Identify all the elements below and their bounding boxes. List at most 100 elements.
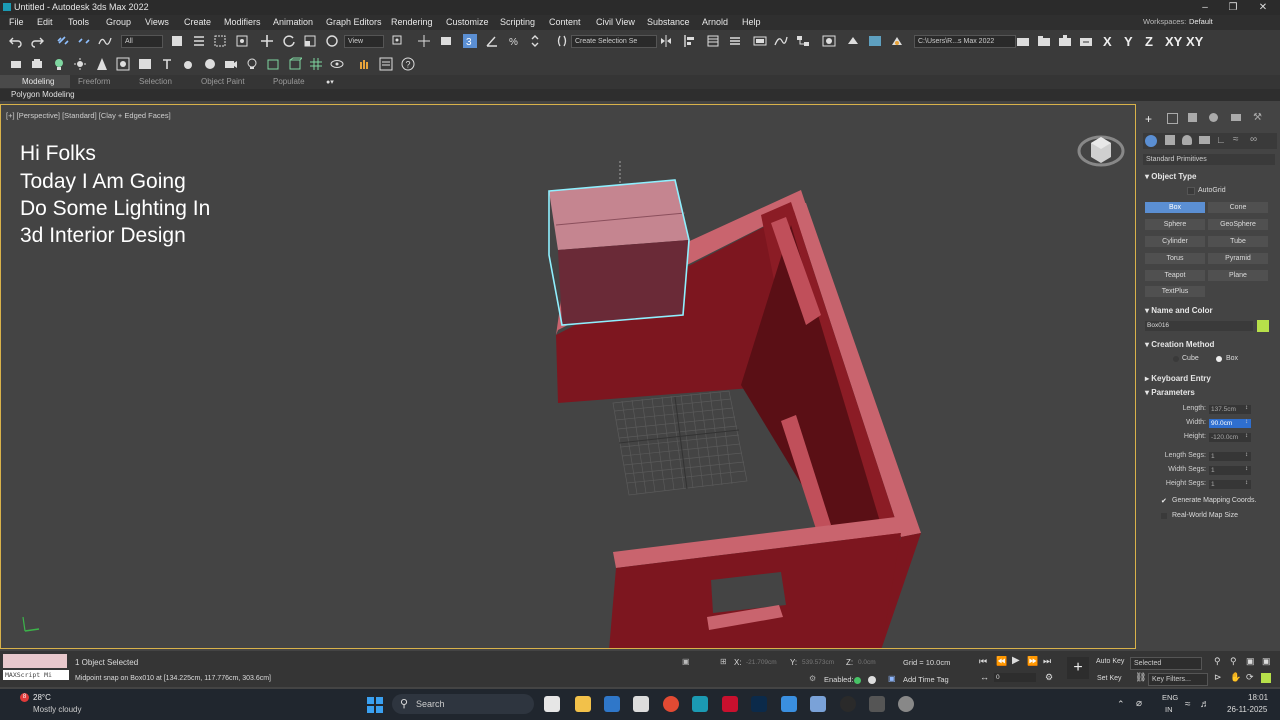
autogrid-checkbox[interactable]: [1187, 187, 1195, 195]
auto-key-button[interactable]: Auto Key: [1096, 658, 1124, 665]
image-icon[interactable]: [138, 57, 152, 71]
rect-selection-icon[interactable]: [213, 34, 227, 48]
object-color-swatch[interactable]: [1257, 320, 1269, 332]
schematic-view-icon[interactable]: [796, 34, 810, 48]
script-listener-icon[interactable]: ⚙: [809, 674, 816, 683]
name-and-color-heading[interactable]: ▾ Name and Color: [1145, 306, 1213, 315]
file-explorer-icon[interactable]: [575, 696, 591, 712]
weather-desc[interactable]: Mostly cloudy: [33, 705, 81, 714]
play-icon[interactable]: ▶: [1012, 655, 1020, 666]
menu-create[interactable]: Create: [184, 17, 211, 27]
container-icon[interactable]: [30, 57, 44, 71]
edit-named-selection-icon[interactable]: [555, 34, 569, 48]
isolate-selection-icon[interactable]: ▣: [682, 657, 690, 666]
y-coord-input[interactable]: 539.573cm: [800, 658, 840, 667]
snaps-toggle-icon[interactable]: 3: [463, 34, 477, 48]
primitive-teapot-button[interactable]: Teapot: [1145, 270, 1205, 281]
unlink-icon[interactable]: [77, 34, 91, 48]
project-path-dropdown[interactable]: C:\Users\R...s Max 2022: [914, 35, 1016, 48]
axis-y-constraint[interactable]: Y: [1124, 34, 1133, 49]
bind-space-warp-icon[interactable]: [98, 34, 112, 48]
length-spinner[interactable]: ↕: [1245, 405, 1248, 411]
maxscript-listener-mini[interactable]: [3, 654, 67, 668]
menu-content[interactable]: Content: [549, 17, 581, 27]
sun-icon[interactable]: [73, 57, 87, 71]
zoom-icon[interactable]: ⚲: [1214, 656, 1221, 667]
maximize-viewport-icon[interactable]: [1261, 673, 1271, 683]
clock-time[interactable]: 18:01: [1248, 693, 1268, 702]
ribbon-tab-populate[interactable]: Populate: [273, 77, 305, 86]
utilities-tab-icon[interactable]: ⚒: [1253, 112, 1262, 123]
move-icon[interactable]: [260, 34, 274, 48]
calculator-icon[interactable]: [633, 696, 649, 712]
primitive-pyramid-button[interactable]: Pyramid: [1208, 253, 1268, 264]
menu-group[interactable]: Group: [106, 17, 131, 27]
link-icon[interactable]: [56, 34, 70, 48]
lightbulb-icon[interactable]: [245, 57, 259, 71]
keyboard-shortcut-override-icon[interactable]: [439, 34, 453, 48]
creation-method-heading[interactable]: ▾ Creation Method: [1145, 340, 1214, 349]
width-segs-spinner[interactable]: ↕: [1245, 466, 1248, 472]
menu-graph-editors[interactable]: Graph Editors: [326, 17, 382, 27]
zoom-all-icon[interactable]: ⚲: [1230, 656, 1237, 667]
select-object-icon[interactable]: [170, 34, 184, 48]
time-tag-icon[interactable]: ▣: [888, 674, 896, 683]
network-icon[interactable]: ⌀: [1136, 698, 1142, 709]
selection-filter-dropdown[interactable]: All: [121, 35, 163, 48]
redo-icon[interactable]: [30, 34, 44, 48]
tray-chevron-icon[interactable]: ⌃: [1117, 699, 1125, 710]
spinner-snap-icon[interactable]: [528, 34, 542, 48]
prev-frame-icon[interactable]: ⏪: [996, 656, 1007, 667]
zoom-extents-all-icon[interactable]: ▣: [1262, 656, 1271, 667]
photoshop-icon[interactable]: [751, 696, 767, 712]
hand-icon[interactable]: [357, 57, 371, 71]
maximize-button[interactable]: ❐: [1218, 0, 1248, 15]
key-filters-button[interactable]: Key Filters...: [1148, 673, 1208, 686]
camera-icon[interactable]: [224, 57, 238, 71]
snipping-tool-icon[interactable]: [810, 696, 826, 712]
viewcube-icon[interactable]: [1075, 127, 1127, 177]
mirror-icon[interactable]: [659, 34, 673, 48]
ribbon-tab-object-paint[interactable]: Object Paint: [201, 77, 245, 86]
motion-tab-icon[interactable]: [1209, 113, 1218, 122]
add-time-tag[interactable]: Add Time Tag: [903, 675, 949, 684]
grid-icon[interactable]: [309, 57, 323, 71]
x-coord-input[interactable]: -21.709cm: [744, 658, 784, 667]
enabled-indicator[interactable]: [854, 677, 861, 684]
create-tab-icon[interactable]: +: [1145, 112, 1152, 126]
primitive-sphere-button[interactable]: Sphere: [1145, 219, 1205, 230]
helpers-icon[interactable]: ∟: [1216, 135, 1226, 146]
toggle-scene-explorer-icon[interactable]: [706, 34, 720, 48]
wifi-icon[interactable]: ≈: [1185, 699, 1191, 710]
menu-tools[interactable]: Tools: [68, 17, 89, 27]
maxscript-input[interactable]: MAXScript Mi: [3, 670, 69, 680]
render-setup-icon[interactable]: [846, 34, 860, 48]
help-icon[interactable]: ?: [401, 57, 415, 71]
ribbon-tab-freeform[interactable]: Freeform: [78, 77, 110, 86]
render-frame-icon[interactable]: [116, 57, 130, 71]
primitive-tube-button[interactable]: Tube: [1208, 236, 1268, 247]
display-tab-icon[interactable]: [1231, 114, 1241, 121]
angle-snap-icon[interactable]: [485, 34, 499, 48]
gen-mapping-checkbox[interactable]: ✔: [1161, 497, 1167, 505]
chrome-icon[interactable]: [663, 696, 679, 712]
shapes-icon[interactable]: [1165, 135, 1175, 145]
window-crossing-icon[interactable]: [235, 34, 249, 48]
selected-set-dropdown[interactable]: Selected: [1130, 657, 1202, 670]
sphere-icon[interactable]: [203, 57, 217, 71]
weather-temp[interactable]: 28°C: [33, 693, 51, 702]
ribbon-toggle-icon[interactable]: [753, 34, 767, 48]
box-outline-icon[interactable]: [288, 57, 302, 71]
rotate-icon[interactable]: [282, 34, 296, 48]
named-selection-dropdown[interactable]: Create Selection Se: [571, 35, 657, 48]
primitive-torus-button[interactable]: Torus: [1145, 253, 1205, 264]
menu-arnold[interactable]: Arnold: [702, 17, 728, 27]
volume-icon[interactable]: ♬: [1200, 699, 1210, 710]
ribbon-tab-modeling[interactable]: Modeling: [22, 77, 54, 86]
primitives-category-dropdown[interactable]: Standard Primitives: [1143, 154, 1275, 165]
primitive-cylinder-button[interactable]: Cylinder: [1145, 236, 1205, 247]
pan-icon[interactable]: ✋: [1230, 672, 1241, 683]
select-manipulate-icon[interactable]: [417, 34, 431, 48]
folder-icon[interactable]: [1037, 34, 1051, 48]
modify-tab-icon[interactable]: [1167, 113, 1178, 124]
